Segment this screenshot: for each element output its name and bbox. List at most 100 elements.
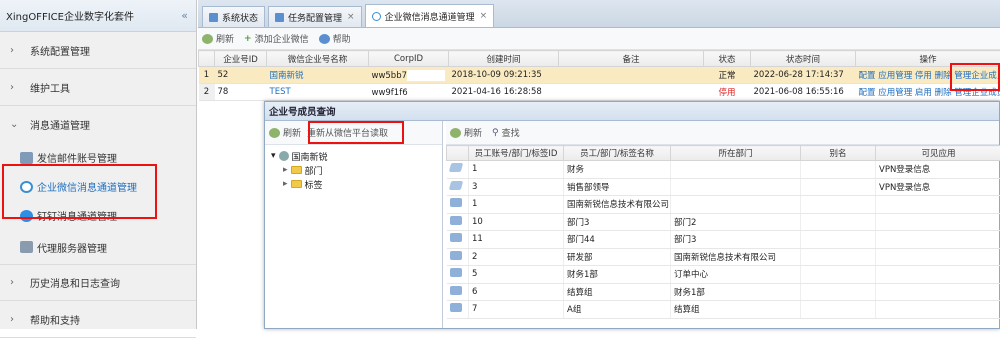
cell-id: 1 xyxy=(469,196,564,214)
add-wecom-button[interactable]: +添加企业微信 xyxy=(244,32,309,45)
cell-id: 6 xyxy=(469,283,564,301)
table-row[interactable]: 6结算组财务1部 xyxy=(447,283,1000,301)
cell-id: 5 xyxy=(469,266,564,284)
nav-label: 历史消息和日志查询 xyxy=(30,275,120,290)
app-title: XingOFFICE企业数字化套件 xyxy=(6,8,134,23)
column-header[interactable]: CorpID xyxy=(369,51,449,67)
nav-history-logs[interactable]: ›历史消息和日志查询 xyxy=(0,264,196,301)
nav-proxy-servers[interactable]: 代理服务器管理 xyxy=(0,230,196,264)
nav-help-support[interactable]: › 帮助和支持 xyxy=(0,301,196,338)
highlight-box xyxy=(308,121,404,144)
member-refresh-button[interactable]: 刷新 xyxy=(450,126,482,139)
expand-icon[interactable]: ▸ xyxy=(283,179,288,189)
tab-label: 任务配置管理 xyxy=(288,11,342,24)
column-header[interactable]: 员工账号/部门/标签ID xyxy=(469,146,564,161)
table-row[interactable]: 3销售部领导VPN登录信息 xyxy=(447,178,1000,196)
column-header[interactable]: 状态时间 xyxy=(751,51,856,67)
cell-id: 78 xyxy=(215,84,267,101)
table-row[interactable]: 1国南新锐信息技术有限公司 xyxy=(447,196,1000,214)
tree-node-tag[interactable]: ▸标签 xyxy=(271,177,436,191)
table-row[interactable]: 11部门44部门3 xyxy=(447,231,1000,249)
cell-created: 2018-10-09 09:21:35 xyxy=(449,67,559,84)
cell-name: 部门3 xyxy=(564,213,671,231)
table-row[interactable]: 10部门3部门2 xyxy=(447,213,1000,231)
table-row[interactable]: 278TESTww9f1f62021-04-16 16:28:58停用2021-… xyxy=(199,84,1000,101)
tree-node-root[interactable]: ▾国南新锐 xyxy=(271,149,436,163)
corpid-text: ww5bb7 xyxy=(372,71,408,81)
table-row[interactable]: 2研发部国南新锐信息技术有限公司 xyxy=(447,248,1000,266)
nav-label: 帮助和支持 xyxy=(30,312,80,327)
expand-icon[interactable]: ▸ xyxy=(283,165,288,175)
close-icon[interactable]: × xyxy=(347,12,355,22)
cell-alias xyxy=(801,231,876,249)
find-button[interactable]: ⚲查找 xyxy=(492,126,520,139)
refresh-button[interactable]: 刷新 xyxy=(202,32,234,45)
tree-pane: 刷新 重新从微信平台读取 ▾国南新锐 ▸部门 ▸标签 xyxy=(265,121,443,328)
cell-app xyxy=(876,266,1000,284)
button-label: 刷新 xyxy=(464,126,482,139)
status-badge: 正常 xyxy=(704,67,751,84)
redacted-mask xyxy=(408,87,446,98)
group-icon xyxy=(450,251,462,260)
tree-node-dept[interactable]: ▸部门 xyxy=(271,163,436,177)
task-icon xyxy=(275,13,284,22)
plus-icon: + xyxy=(244,34,252,44)
cell-app xyxy=(876,196,1000,214)
column-header[interactable]: 企业号ID xyxy=(215,51,267,67)
cell-alias xyxy=(801,301,876,319)
button-label: 查找 xyxy=(502,126,520,139)
cell-type-icon xyxy=(447,178,469,196)
cell-app xyxy=(876,248,1000,266)
nav-system-config[interactable]: ›系统配置管理 xyxy=(0,32,196,69)
table-row[interactable]: 7A组结算组 xyxy=(447,301,1000,319)
table-row[interactable]: 1财务VPN登录信息 xyxy=(447,161,1000,179)
server-icon xyxy=(20,241,33,253)
cell-id: 7 xyxy=(469,301,564,319)
tab-system-status[interactable]: 系统状态 xyxy=(202,6,265,27)
highlight-box xyxy=(2,164,157,219)
cell-dept xyxy=(671,196,801,214)
cell-name[interactable]: 国南新锐 xyxy=(267,67,369,84)
column-header[interactable]: 微信企业号名称 xyxy=(267,51,369,67)
column-header[interactable]: 别名 xyxy=(801,146,876,161)
table-row[interactable]: 152国南新锐ww5bb72018-10-09 09:21:35正常2022-0… xyxy=(199,67,1000,84)
cell-name[interactable]: TEST xyxy=(267,84,369,101)
table-row[interactable]: 5财务1部订单中心 xyxy=(447,266,1000,284)
tree-refresh-button[interactable]: 刷新 xyxy=(269,126,301,139)
column-header[interactable]: 创建时间 xyxy=(449,51,559,67)
collapse-toggle-icon[interactable]: ▾ xyxy=(271,151,276,161)
column-header[interactable]: 所在部门 xyxy=(671,146,801,161)
column-header[interactable]: 状态 xyxy=(704,51,751,67)
icon-column-header xyxy=(447,146,469,161)
sidebar-header: XingOFFICE企业数字化套件 « xyxy=(0,0,196,32)
refresh-icon xyxy=(202,34,213,44)
tag-icon xyxy=(448,181,462,190)
column-header[interactable]: 可见应用 xyxy=(876,146,1000,161)
nav-label: 系统配置管理 xyxy=(30,43,90,58)
cell-dept: 财务1部 xyxy=(671,283,801,301)
cell-app xyxy=(876,283,1000,301)
nav-maintenance[interactable]: ›维护工具 xyxy=(0,69,196,106)
help-icon xyxy=(319,34,330,44)
button-label: 刷新 xyxy=(216,32,234,45)
mail-icon xyxy=(20,152,33,164)
column-header[interactable]: 员工/部门/标签名称 xyxy=(564,146,671,161)
chevron-right-icon: › xyxy=(10,314,22,325)
cell-id: 3 xyxy=(469,178,564,196)
member-grid: 员工账号/部门/标签ID员工/部门/标签名称所在部门别名可见应用 1财务VPN登… xyxy=(446,145,1000,319)
cell-type-icon xyxy=(447,196,469,214)
column-header[interactable]: 备注 xyxy=(559,51,704,67)
cell-type-icon xyxy=(447,283,469,301)
tab-label: 系统状态 xyxy=(222,11,258,24)
group-icon xyxy=(450,216,462,225)
cell-name: 结算组 xyxy=(564,283,671,301)
nav-message-channels[interactable]: ⌄消息通道管理 xyxy=(0,106,196,143)
cell-alias xyxy=(801,161,876,179)
help-button[interactable]: 帮助 xyxy=(319,32,351,45)
org-tree: ▾国南新锐 ▸部门 ▸标签 xyxy=(265,145,442,195)
cell-alias xyxy=(801,266,876,284)
collapse-icon[interactable]: « xyxy=(181,9,188,22)
tab-task-config[interactable]: 任务配置管理 × xyxy=(268,6,362,27)
close-icon[interactable]: × xyxy=(480,11,488,21)
tab-wecom-channels[interactable]: 企业微信消息通道管理× xyxy=(365,4,495,27)
